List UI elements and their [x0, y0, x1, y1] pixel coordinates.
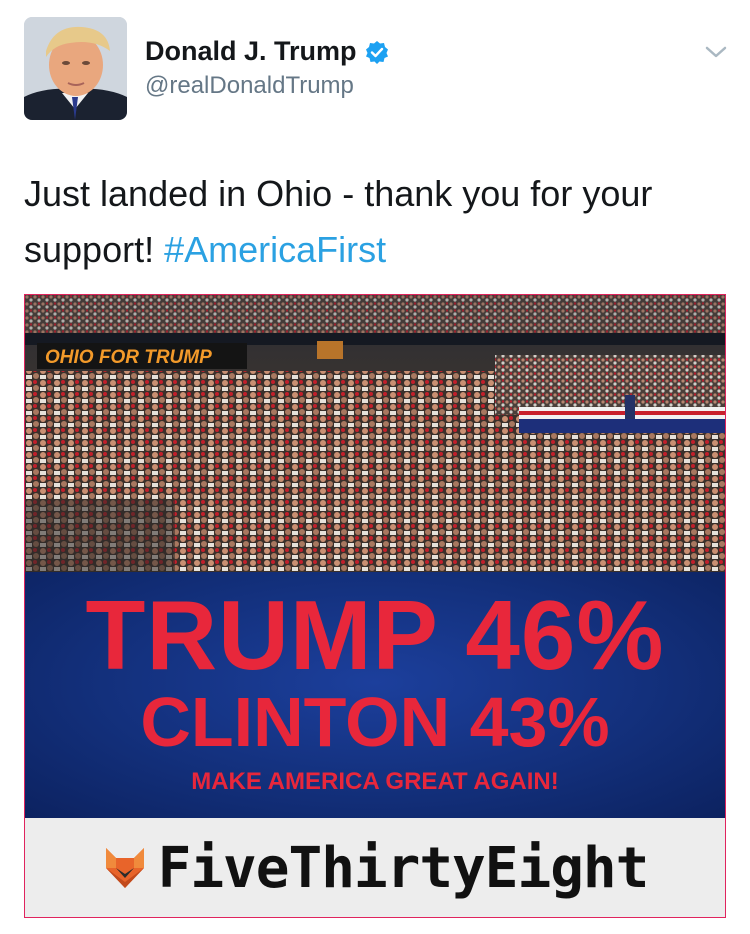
avatar[interactable]	[24, 17, 127, 120]
slogan: MAKE AMERICA GREAT AGAIN!	[191, 768, 559, 795]
poll-clinton: CLINTON 43%	[140, 683, 610, 761]
brand-bar: FiveThirtyEight	[25, 818, 725, 917]
verified-badge-icon	[365, 40, 389, 64]
photo-banner: OHIO FOR TRUMP	[45, 347, 212, 368]
poll-trump: TRUMP 46%	[85, 580, 665, 690]
tweet-media[interactable]: OHIO FOR TRUMP TRUMP 46% CLINTON 43% MAK…	[24, 294, 726, 918]
poll-graphic: TRUMP 46% CLINTON 43% MAKE AMERICA GREAT…	[25, 572, 725, 818]
brand-name: FiveThirtyEight	[157, 835, 650, 901]
rally-photo: OHIO FOR TRUMP	[25, 295, 725, 572]
author-handle[interactable]: @realDonaldTrump	[145, 72, 354, 100]
hashtag-link[interactable]: #AmericaFirst	[164, 229, 386, 270]
avatar-image	[24, 17, 127, 120]
fox-logo-icon	[102, 844, 148, 892]
tweet-text: Just landed in Ohio - thank you for your…	[24, 166, 734, 278]
display-name[interactable]: Donald J. Trump	[145, 36, 357, 67]
chevron-down-icon[interactable]	[702, 42, 730, 62]
author-name-row[interactable]: Donald J. Trump	[145, 36, 389, 67]
